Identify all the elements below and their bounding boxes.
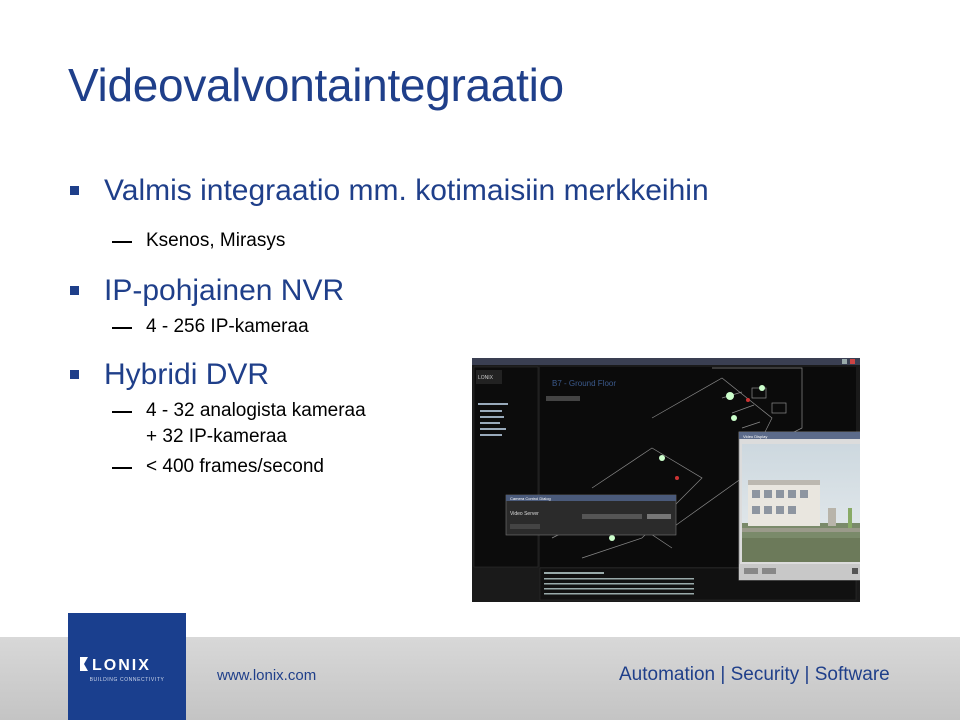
lonix-logo: LONIX BUILDING CONNECTIVITY: [68, 613, 186, 720]
bullet-text: Valmis integraatio mm. kotimaisiin merkk…: [104, 174, 709, 207]
square-bullet-icon: [70, 370, 79, 379]
sub-bullet-text: 4 - 256 IP-kameraa: [146, 316, 309, 337]
video-window-title: Video Display: [743, 434, 767, 439]
svg-text:LONIX: LONIX: [478, 375, 494, 381]
square-bullet-icon: [70, 186, 79, 195]
sub-bullet-continuation: + 32 IP-kameraa: [146, 426, 287, 447]
footer-tagline: Automation | Security | Software: [619, 664, 890, 685]
slide: Videovalvontaintegraatio Valmis integraa…: [0, 0, 960, 720]
dash-bullet-icon: [112, 411, 132, 413]
floor-label: B7 - Ground Floor: [552, 379, 616, 388]
dash-bullet-icon: [112, 241, 132, 243]
software-screenshot: LONIX B7 - Ground Floor Camera Control D…: [472, 358, 860, 602]
square-bullet-icon: [70, 286, 79, 295]
dialog-label: Video Server: [510, 511, 539, 517]
svg-text:LONIX: LONIX: [92, 657, 151, 674]
dialog-title: Camera Control Dialog: [510, 496, 551, 501]
sub-bullet-text: < 400 frames/second: [146, 456, 324, 477]
sub-bullet-text: 4 - 32 analogista kameraa: [146, 400, 366, 421]
dash-bullet-icon: [112, 467, 132, 469]
sub-bullet-text: Ksenos, Mirasys: [146, 230, 286, 251]
bullet-text: Hybridi DVR: [104, 358, 270, 391]
website-link[interactable]: www.lonix.com: [217, 667, 316, 684]
dash-bullet-icon: [112, 327, 132, 329]
bullet-text: IP-pohjainen NVR: [104, 274, 345, 307]
lonix-logo-icon: LONIX: [80, 657, 151, 674]
logo-tagline: BUILDING CONNECTIVITY: [89, 677, 165, 683]
